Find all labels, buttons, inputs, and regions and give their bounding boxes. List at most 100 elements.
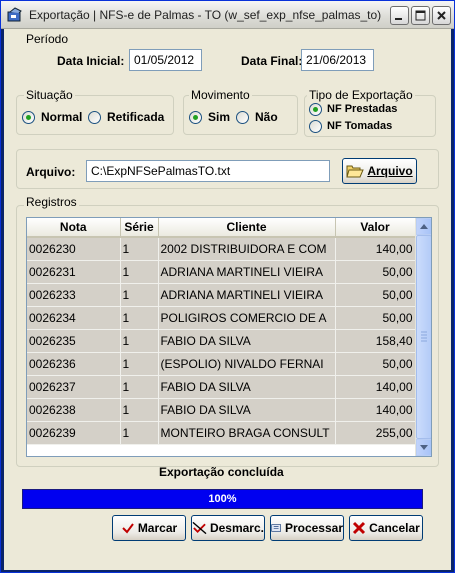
close-button[interactable]	[432, 6, 451, 25]
cell-valor: 140,00	[335, 375, 416, 399]
registros-title: Registros	[24, 195, 79, 209]
radio-nao-label[interactable]: Não	[255, 110, 278, 124]
gear-process-icon	[271, 524, 281, 532]
radio-retificada[interactable]	[88, 111, 101, 124]
radio-nf-tomadas[interactable]	[309, 120, 322, 133]
periodo-title: Período	[26, 32, 69, 46]
app-icon	[7, 7, 23, 23]
minimize-button[interactable]	[390, 6, 409, 25]
table-row[interactable]: 0026230 1 2002 DISTRIBUIDORA E COM 140,00	[27, 237, 416, 261]
arquivo-input[interactable]: C:\ExpNFSePalmasTO.txt	[86, 160, 330, 182]
cell-valor: 50,00	[335, 352, 416, 376]
progress-text: 100%	[208, 493, 237, 505]
table-row[interactable]: 0026236 1 (ESPOLIO) NIVALDO FERNAI 50,00	[27, 352, 416, 376]
data-final-input[interactable]: 21/06/2013	[301, 49, 374, 71]
folder-open-icon	[346, 165, 365, 178]
arquivo-button-label: Arquivo	[367, 164, 413, 178]
radio-sim-label[interactable]: Sim	[208, 110, 230, 124]
radio-nf-tomadas-label[interactable]: NF Tomadas	[327, 120, 392, 132]
cell-cliente: ADRIANA MARTINELI VIEIRA	[158, 260, 336, 284]
marcar-button[interactable]: Marcar	[112, 515, 186, 541]
column-header-valor[interactable]: Valor	[335, 218, 416, 238]
desmarcar-button[interactable]: Desmarc.	[191, 515, 265, 541]
desmarcar-button-label: Desmarc.	[209, 521, 264, 535]
cell-nota: 0026231	[27, 260, 121, 284]
marcar-button-label: Marcar	[137, 521, 178, 535]
cell-valor: 50,00	[335, 283, 416, 307]
table-header-row: Nota Série Cliente Valor	[27, 218, 416, 238]
cell-serie: 1	[120, 306, 159, 330]
cell-serie: 1	[120, 421, 159, 445]
checkmark-icon	[122, 523, 134, 534]
radio-normal[interactable]	[22, 111, 35, 124]
arquivo-button[interactable]: Arquivo	[342, 158, 417, 184]
cell-cliente: FABIO DA SILVA	[158, 375, 336, 399]
vertical-scrollbar[interactable]	[415, 218, 431, 456]
cell-nota: 0026234	[27, 306, 121, 330]
cell-nota: 0026236	[27, 352, 121, 376]
cell-serie: 1	[120, 375, 159, 399]
window-title: Exportação | NFS-e de Palmas - TO (w_sef…	[29, 8, 382, 22]
cell-nota: 0026235	[27, 329, 121, 353]
situacao-title: Situação	[24, 88, 75, 102]
column-header-serie[interactable]: Série	[120, 218, 159, 238]
cancelar-button[interactable]: Cancelar	[349, 515, 423, 541]
data-inicial-input[interactable]: 01/05/2012	[129, 49, 202, 71]
table-row[interactable]: 0026234 1 POLIGIROS COMERCIO DE A 50,00	[27, 306, 416, 330]
minimize-icon	[395, 18, 402, 20]
arquivo-label: Arquivo:	[26, 165, 76, 179]
cell-valor: 140,00	[335, 398, 416, 422]
arrow-up-icon	[420, 224, 428, 229]
cell-nota: 0026230	[27, 237, 121, 261]
radio-nao[interactable]	[236, 111, 249, 124]
radio-nf-prestadas[interactable]	[309, 103, 322, 116]
radio-normal-label[interactable]: Normal	[41, 110, 82, 124]
scroll-up-button[interactable]	[416, 218, 431, 235]
scroll-down-button[interactable]	[416, 439, 431, 456]
radio-sim[interactable]	[189, 111, 202, 124]
table-row[interactable]: 0026231 1 ADRIANA MARTINELI VIEIRA 50,00	[27, 260, 416, 284]
registros-body: 0026230 1 2002 DISTRIBUIDORA E COM 140,00 00…	[27, 237, 416, 445]
cell-serie: 1	[120, 237, 159, 261]
table-row[interactable]: 0026235 1 FABIO DA SILVA 158,40	[27, 329, 416, 353]
maximize-icon	[415, 10, 426, 21]
cell-cliente: (ESPOLIO) NIVALDO FERNAI	[158, 352, 336, 376]
table-row[interactable]: 0026238 1 FABIO DA SILVA 140,00	[27, 398, 416, 422]
cell-cliente: 2002 DISTRIBUIDORA E COM	[158, 237, 336, 261]
x-cancel-icon	[353, 521, 366, 535]
registros-table: Nota Série Cliente Valor 0026230 1 2002 DI…	[27, 218, 416, 445]
processar-button[interactable]: Processar	[270, 515, 344, 541]
cell-serie: 1	[120, 398, 159, 422]
data-inicial-label: Data Inicial:	[57, 54, 125, 68]
arrow-down-icon	[420, 445, 428, 450]
column-header-cliente[interactable]: Cliente	[158, 218, 336, 238]
cell-cliente: MONTEIRO BRAGA CONSULT	[158, 421, 336, 445]
cell-serie: 1	[120, 283, 159, 307]
cell-nota: 0026239	[27, 421, 121, 445]
title-bar[interactable]: Exportação | NFS-e de Palmas - TO (w_sef…	[1, 1, 454, 29]
cell-valor: 255,00	[335, 421, 416, 445]
processar-button-label: Processar	[284, 521, 343, 535]
table-row[interactable]: 0026237 1 FABIO DA SILVA 140,00	[27, 375, 416, 399]
table-row[interactable]: 0026233 1 ADRIANA MARTINELI VIEIRA 50,00	[27, 283, 416, 307]
cell-nota: 0026237	[27, 375, 121, 399]
cell-serie: 1	[120, 329, 159, 353]
cell-valor: 140,00	[335, 237, 416, 261]
cell-cliente: ADRIANA MARTINELI VIEIRA	[158, 283, 336, 307]
uncheck-icon	[192, 521, 207, 535]
registros-grid[interactable]: Nota Série Cliente Valor 0026230 1 2002 DI…	[26, 217, 432, 457]
cell-nota: 0026238	[27, 398, 121, 422]
tipo-exportacao-title: Tipo de Exportação	[307, 88, 415, 102]
dialog-body: Período Data Inicial: 01/05/2012 Data Fi…	[4, 29, 451, 570]
radio-retificada-label[interactable]: Retificada	[107, 110, 164, 124]
column-header-nota[interactable]: Nota	[27, 218, 121, 238]
cell-nota: 0026233	[27, 283, 121, 307]
cell-cliente: FABIO DA SILVA	[158, 329, 336, 353]
table-row[interactable]: 0026239 1 MONTEIRO BRAGA CONSULT 255,00	[27, 421, 416, 445]
window: Exportação | NFS-e de Palmas - TO (w_sef…	[0, 0, 455, 573]
cell-serie: 1	[120, 352, 159, 376]
scroll-thumb[interactable]	[416, 235, 431, 439]
radio-nf-prestadas-label[interactable]: NF Prestadas	[327, 103, 397, 115]
grip-icon	[421, 331, 427, 342]
maximize-button[interactable]	[411, 6, 430, 25]
